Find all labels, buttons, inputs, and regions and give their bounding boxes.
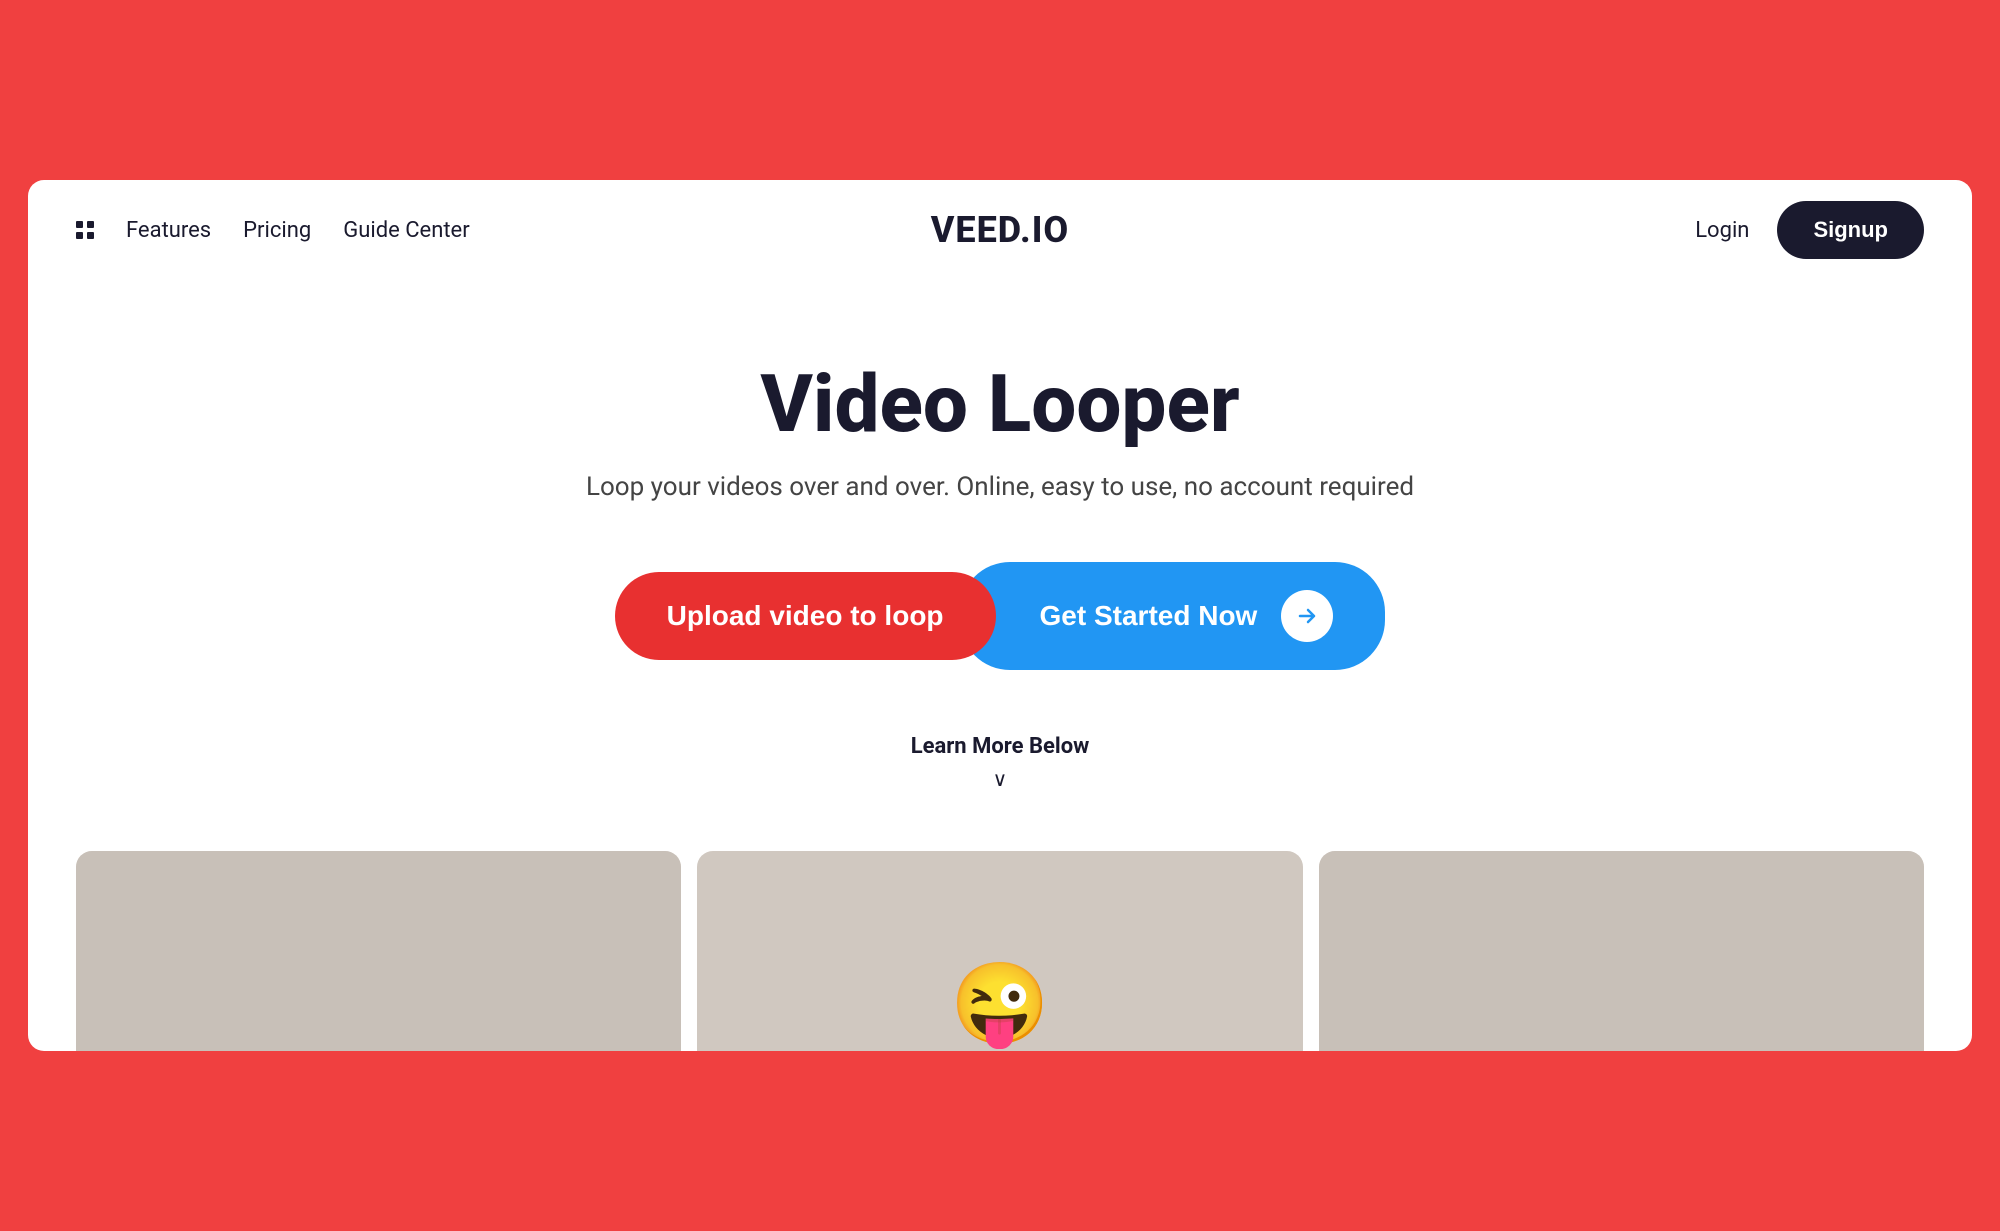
preview-card-right [1319, 851, 1924, 1051]
nav-features-link[interactable]: Features [126, 218, 211, 243]
get-started-label: Get Started Now [1040, 600, 1258, 632]
preview-card-center: 😜 [697, 851, 1302, 1051]
learn-more-text: Learn More Below [911, 734, 1090, 759]
hero-section: Video Looper Loop your videos over and o… [28, 280, 1972, 851]
outer-frame: Features Pricing Guide Center VEED.IO Lo… [0, 152, 2000, 1079]
emoji-icon: 😜 [950, 957, 1050, 1051]
login-link[interactable]: Login [1695, 218, 1749, 243]
chevron-down-icon: ∨ [993, 767, 1008, 791]
learn-more-section: Learn More Below ∨ [911, 734, 1090, 791]
nav-pricing-link[interactable]: Pricing [243, 218, 311, 243]
inner-container: Features Pricing Guide Center VEED.IO Lo… [28, 180, 1972, 1051]
bottom-preview: 😜 [28, 851, 1972, 1051]
nav-guide-center-link[interactable]: Guide Center [343, 218, 469, 243]
get-started-button[interactable]: Get Started Now [960, 562, 1386, 670]
arrow-icon [1281, 590, 1333, 642]
upload-button[interactable]: Upload video to loop [615, 572, 996, 660]
card-blur-left [76, 851, 681, 1051]
hero-title: Video Looper [760, 360, 1239, 448]
hero-subtitle: Loop your videos over and over. Online, … [586, 472, 1414, 502]
navbar: Features Pricing Guide Center VEED.IO Lo… [28, 180, 1972, 280]
signup-button[interactable]: Signup [1777, 201, 1924, 259]
nav-right: Login Signup [1695, 201, 1924, 259]
site-logo: VEED.IO [931, 209, 1070, 251]
hero-buttons: Upload video to loop Get Started Now [615, 562, 1386, 670]
grid-icon[interactable] [76, 221, 94, 239]
card-blur-right [1319, 851, 1924, 1051]
preview-card-left [76, 851, 681, 1051]
nav-left: Features Pricing Guide Center [76, 218, 470, 243]
